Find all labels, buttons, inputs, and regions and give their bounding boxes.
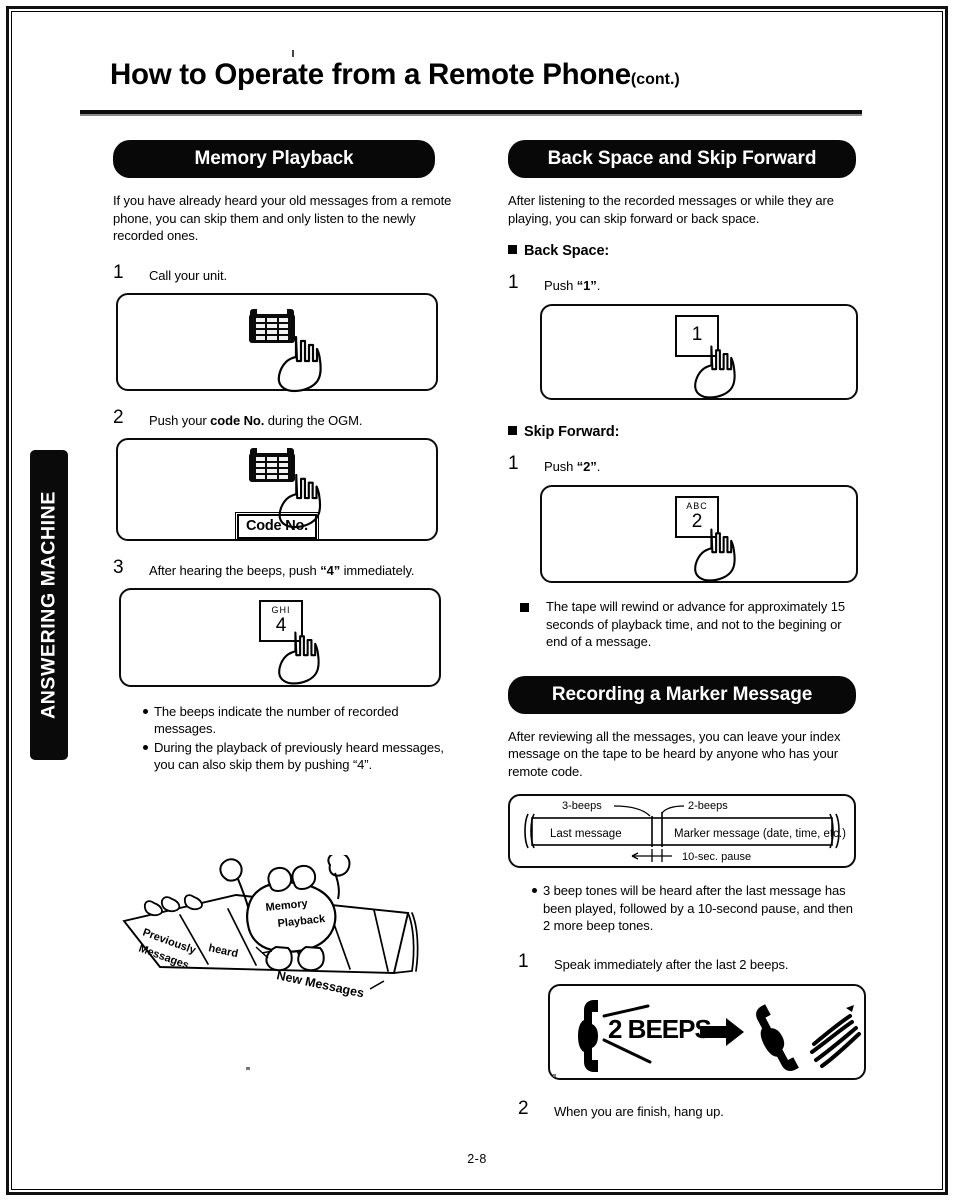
- right-column: Back Space and Skip Forward After listen…: [508, 140, 866, 1121]
- step-1-text: Call your unit.: [149, 267, 227, 283]
- back-space-step-1-text: Push “1”.: [544, 277, 862, 294]
- pointing-hand-icon: [694, 345, 736, 399]
- bullet-item: 3 beep tones will be heard after the las…: [532, 882, 862, 935]
- code-no-label-frame: Code No.: [234, 511, 320, 541]
- page-title-suffix: (cont.): [630, 71, 680, 88]
- memory-playback-bullets: The beeps indicate the number of recorde…: [143, 703, 458, 774]
- back-space-step-1-text-before: Push: [544, 278, 577, 293]
- skip-forward-illustration: ABC 2: [540, 485, 858, 583]
- keycap-4-letters: GHI: [271, 604, 291, 615]
- pointing-hand-icon: [694, 528, 736, 582]
- section-header-recording-marker-message: Recording a Marker Message: [508, 675, 856, 714]
- step-2-text-after: during the OGM.: [264, 412, 363, 428]
- marker-step-1: 1 Speak immediately after the last 2 bee…: [518, 951, 862, 974]
- side-tab-answering-machine: ANSWERING MACHINE: [30, 450, 68, 760]
- tape-diagram: 3-beeps 2-beeps Last message Marker mess…: [524, 800, 846, 863]
- step-1-number: 1: [113, 261, 124, 283]
- telephone-handset-icon: [578, 999, 598, 1072]
- scan-speck: [292, 50, 294, 57]
- step-3: 3 After hearing the beeps, push “4” imme…: [113, 557, 458, 580]
- section-header-label: Back Space and Skip Forward: [547, 148, 817, 169]
- step-2: 2 Push your code No. during the OGM.: [113, 407, 458, 430]
- pointing-hand-icon: [278, 631, 320, 684]
- marker-step-2: 2 When you are finish, hang up.: [518, 1098, 862, 1121]
- subheading-back-space: Back Space:: [508, 243, 862, 259]
- bullet-item: The beeps indicate the number of recorde…: [143, 703, 458, 738]
- skip-forward-step-1-text-after: .: [596, 459, 601, 474]
- keycap-1-digit: 1: [691, 324, 703, 345]
- tape-rewind-note: The tape will rewind or advance for appr…: [520, 598, 862, 651]
- left-column: Memory Playback If you have already hear…: [113, 140, 458, 775]
- skip-forward-step-1: 1 Push “2”.: [508, 453, 862, 476]
- page-title: How to Operate from a Remote Phone(cont.…: [110, 58, 870, 92]
- marker-step-2-text: When you are finish, hang up.: [554, 1103, 724, 1119]
- manual-page: How to Operate from a Remote Phone(cont.…: [0, 0, 954, 1201]
- memory-playback-intro: If you have already heard your old messa…: [113, 193, 452, 243]
- tape-label-3-beeps: 3-beeps: [562, 800, 602, 812]
- code-no-label: Code No.: [236, 513, 318, 539]
- step-2-text-bold: code No.: [210, 412, 265, 428]
- page-number: 2-8: [467, 1152, 487, 1166]
- step-3-illustration: GHI 4: [119, 587, 441, 687]
- marker-step-1-text: Speak immediately after the last 2 beeps…: [554, 956, 789, 972]
- tape-label-2-beeps: 2-beeps: [688, 800, 728, 812]
- subheading-back-space-label: Back Space:: [524, 243, 610, 259]
- subheading-skip-forward: Skip Forward:: [508, 424, 862, 440]
- memory-playback-cartoon: Memory Playback Previously Messages hear…: [116, 851, 436, 1005]
- two-beeps-label: 2 BEEPS: [608, 1014, 711, 1044]
- scan-speck: [246, 1067, 250, 1070]
- tape-label-pause: 10-sec. pause: [682, 851, 751, 863]
- cartoon-label-heard: heard: [207, 942, 239, 960]
- marker-message-intro: After reviewing all the messages, you ca…: [508, 728, 841, 779]
- step-3-number: 3: [113, 556, 124, 578]
- back-space-step-1: 1 Push “1”.: [508, 272, 862, 295]
- side-tab-label: ANSWERING MACHINE: [37, 491, 60, 719]
- section-header-back-space-skip-forward: Back Space and Skip Forward: [508, 140, 856, 178]
- step-2-number: 2: [113, 406, 124, 428]
- marker-step-1-illustration: 2 BEEPS: [548, 983, 866, 1080]
- subheading-skip-forward-label: Skip Forward:: [524, 424, 620, 440]
- step-1: 1 Call your unit.: [113, 262, 458, 285]
- step-3-text: After hearing the beeps, push “4” immedi…: [149, 562, 458, 579]
- step-3-text-before: After hearing the beeps, push: [149, 562, 321, 578]
- back-space-intro: After listening to the recorded messages…: [508, 193, 834, 226]
- cartoon-label-new-messages: New Messages: [275, 968, 365, 1000]
- section-header-label: Memory Playback: [194, 148, 354, 169]
- step-2-text: Push your code No. during the OGM.: [149, 412, 458, 429]
- skip-forward-step-1-text-before: Push: [544, 459, 577, 474]
- tape-diagram-illustration: 3-beeps 2-beeps Last message Marker mess…: [508, 794, 856, 868]
- telephone-handset-icon: [756, 1003, 799, 1071]
- back-space-step-1-text-after: .: [596, 278, 601, 293]
- back-space-illustration: 1: [540, 304, 858, 400]
- step-1-illustration: [116, 292, 438, 392]
- cartoon-illustration: Memory Playback Previously Messages hear…: [122, 851, 419, 1000]
- step-3-text-after: immediately.: [340, 562, 415, 578]
- marker-step-1-number: 1: [518, 950, 529, 972]
- tape-segment-marker-message: Marker message (date, time, etc.): [674, 828, 846, 840]
- back-space-step-1-text-bold: “1”: [576, 278, 597, 293]
- back-space-step-1-number: 1: [508, 272, 519, 293]
- black-square-bullet-icon: [508, 426, 517, 435]
- pointing-hand-icon: [277, 335, 322, 392]
- skip-forward-step-1-text-bold: “2”: [576, 459, 597, 474]
- step-3-text-bold: “4”: [320, 562, 341, 578]
- section-header-memory-playback: Memory Playback: [113, 140, 435, 178]
- page-title-main: How to Operate from a Remote Phone: [110, 58, 631, 91]
- skip-forward-step-1-number: 1: [508, 453, 519, 474]
- title-divider-rule: [80, 110, 862, 116]
- section-header-label: Recording a Marker Message: [551, 683, 813, 705]
- marker-step-2-number: 2: [518, 1097, 529, 1119]
- black-square-bullet-icon: [508, 245, 517, 254]
- bullet-item: During the playback of previously heard …: [143, 739, 458, 774]
- skip-forward-step-1-text: Push “2”.: [544, 458, 862, 475]
- marker-message-bullets: 3 beep tones will be heard after the las…: [532, 882, 862, 935]
- two-beeps-illustration: 2 BEEPS: [578, 999, 861, 1072]
- tape-segment-last-message: Last message: [550, 828, 622, 840]
- step-2-illustration: Code No.: [116, 437, 438, 541]
- scan-speck: [553, 1074, 556, 1077]
- step-2-text-before: Push your: [149, 412, 211, 428]
